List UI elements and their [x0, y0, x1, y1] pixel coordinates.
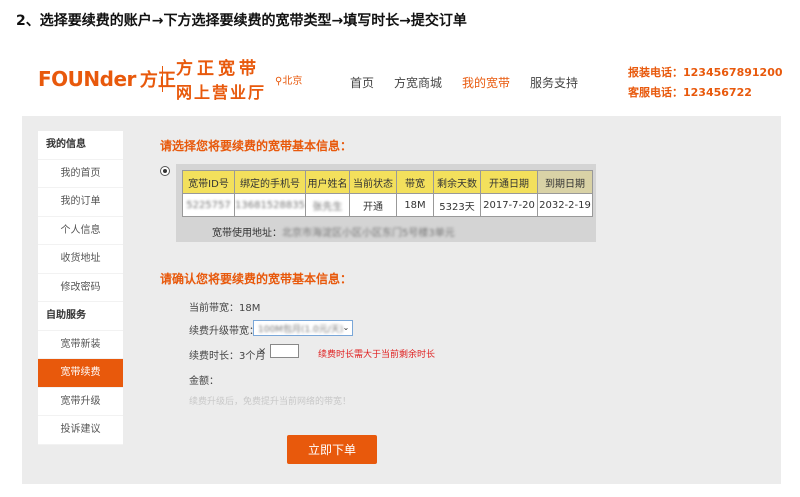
- times-sign: ×: [258, 346, 267, 357]
- chevron-down-icon[interactable]: ⌄: [341, 321, 351, 335]
- brand-line-2: 网上营业厅: [176, 83, 267, 102]
- table-cell: 开通: [349, 193, 397, 217]
- table-header: 绑定的手机号: [234, 170, 306, 194]
- table-header: 到期日期: [537, 170, 593, 194]
- location-selector[interactable]: ⚲北京: [275, 72, 302, 87]
- table-cell: 5225757: [182, 193, 235, 217]
- sidebar-group-self-service: 自助服务: [38, 302, 123, 331]
- duration-input[interactable]: [270, 344, 299, 358]
- brand-line-1: 方正宽带: [176, 59, 260, 79]
- sidebar-item-upgrade[interactable]: 宽带升级: [38, 387, 123, 416]
- table-header: 带宽: [396, 170, 434, 194]
- account-radio[interactable]: [160, 166, 170, 176]
- address-value: 北京市海淀区小区小区东门5号楼3单元: [282, 228, 455, 239]
- duration-label: 续费时长：3个月: [189, 351, 266, 362]
- nav-item-home[interactable]: 首页: [350, 74, 374, 91]
- table-header: 当前状态: [349, 170, 397, 194]
- sidebar-item-complaint[interactable]: 投诉建议: [38, 416, 123, 445]
- table-header: 用户姓名: [305, 170, 350, 194]
- amount-label: 金额：: [189, 376, 219, 387]
- logo-divider: [162, 66, 163, 92]
- logo[interactable]: FOUNder 方正: [38, 66, 176, 92]
- table-cell: 2032-2-19: [537, 193, 593, 217]
- contact-phones: 报装电话：1234567891200 客服电话：123456722: [628, 63, 783, 103]
- table-cell: 13681528835: [234, 193, 306, 217]
- upgrade-note: 续费升级后，免费提升当前网络的带宽！: [189, 397, 352, 407]
- sidebar-item-new-install[interactable]: 宽带新装: [38, 330, 123, 359]
- table-header: 宽带ID号: [182, 170, 235, 194]
- address-label: 宽带使用地址：: [212, 228, 282, 239]
- table-row[interactable]: 5225757 13681528835 张先生 开通 18M 5323天 201…: [182, 193, 593, 217]
- nav-item-support[interactable]: 服务支持: [530, 74, 578, 91]
- sidebar-item-address[interactable]: 收货地址: [38, 245, 123, 274]
- sidebar-item-renew[interactable]: 宽带续费: [38, 359, 123, 388]
- main-nav: 首页 方宽商城 我的宽带 服务支持: [350, 74, 598, 91]
- confirm-section-title: 请确认您将要续费的宽带基本信息：: [160, 272, 353, 286]
- table-cell: 张先生: [305, 193, 350, 217]
- table-header: 开通日期: [480, 170, 538, 194]
- location-label: 北京: [282, 76, 303, 87]
- upgrade-bandwidth-label: 续费升级带宽：: [189, 326, 259, 337]
- submit-order-button[interactable]: 立即下单: [287, 435, 377, 464]
- brand-title: 方正宽带 网上营业厅: [176, 58, 266, 104]
- table-cell: 18M: [396, 193, 434, 217]
- install-phone: 报装电话：1234567891200: [628, 66, 783, 79]
- address-line: 宽带使用地址：北京市海淀区小区小区东门5号楼3单元: [212, 224, 455, 239]
- select-section-title: 请选择您将要续费的宽带基本信息：: [160, 139, 353, 153]
- table-cell: 5323天: [433, 193, 481, 217]
- sidebar-item-my-orders[interactable]: 我的订单: [38, 188, 123, 217]
- sidebar-group-my-info: 我的信息: [38, 131, 123, 160]
- logo-cn: 方正: [139, 70, 176, 91]
- account-table: 宽带ID号 绑定的手机号 用户姓名 当前状态 带宽 剩余天数 开通日期 到期日期…: [182, 170, 593, 217]
- upgrade-bandwidth-select[interactable]: 100M包月(1.0元/天) ⌄: [253, 320, 353, 336]
- upgrade-bandwidth-value: 100M包月(1.0元/天): [258, 325, 344, 335]
- table-header: 剩余天数: [433, 170, 481, 194]
- table-header-row: 宽带ID号 绑定的手机号 用户姓名 当前状态 带宽 剩余天数 开通日期 到期日期: [182, 170, 593, 194]
- nav-item-mall[interactable]: 方宽商城: [394, 74, 442, 91]
- duration-warning: 续费时长需大于当前剩余时长: [318, 350, 436, 360]
- sidebar: 我的信息 我的首页 我的订单 个人信息 收货地址 修改密码 自助服务 宽带新装 …: [38, 131, 123, 445]
- nav-item-my-broadband[interactable]: 我的宽带: [462, 74, 510, 91]
- sidebar-item-password[interactable]: 修改密码: [38, 273, 123, 302]
- sidebar-item-profile[interactable]: 个人信息: [38, 216, 123, 245]
- service-phone: 客服电话：123456722: [628, 86, 752, 99]
- logo-en: FOUNder: [38, 67, 136, 91]
- current-bandwidth: 当前带宽：18M: [189, 303, 261, 314]
- table-cell: 2017-7-20: [480, 193, 538, 217]
- step-title: 2、选择要续费的账户→下方选择要续费的宽带类型→填写时长→提交订单: [16, 13, 467, 29]
- sidebar-item-my-home[interactable]: 我的首页: [38, 159, 123, 188]
